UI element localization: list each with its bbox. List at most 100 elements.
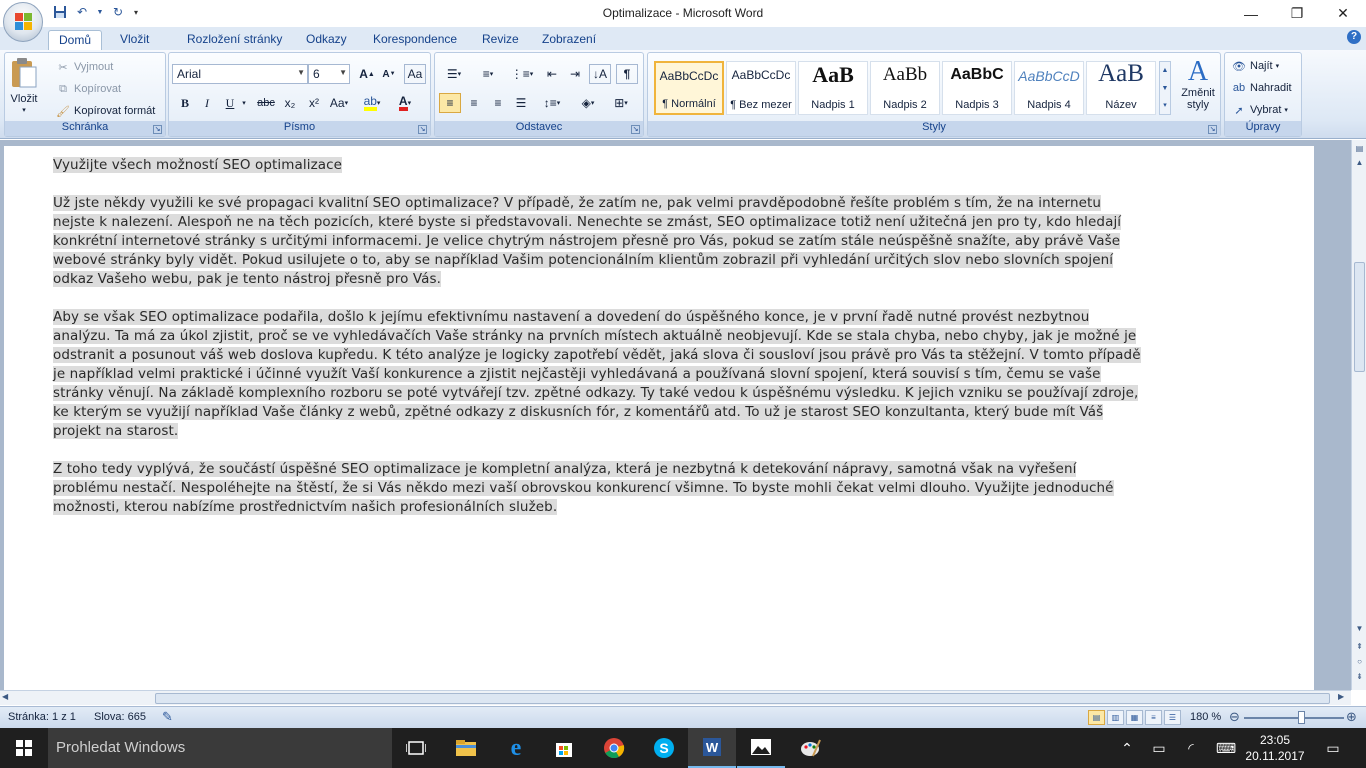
scroll-left-icon[interactable]: ◀	[2, 692, 8, 701]
help-icon[interactable]: ?	[1347, 30, 1361, 44]
skype-icon[interactable]: S	[640, 728, 688, 768]
font-size-combo[interactable]: 6 ▼	[308, 64, 350, 84]
styles-gallery-scroll[interactable]: ▲ ▼ ▾	[1159, 61, 1171, 115]
style-heading-1[interactable]: AaB Nadpis 1	[798, 61, 868, 115]
paragraph-launcher-icon[interactable]: ↘	[631, 125, 640, 134]
close-icon[interactable]: ✕	[1320, 0, 1366, 27]
taskbar-search[interactable]: Prohledat Windows	[48, 728, 392, 768]
align-center-icon[interactable]: ≡	[463, 93, 485, 113]
clipboard-launcher-icon[interactable]: ↘	[153, 125, 162, 134]
outline-icon[interactable]: ≡	[1145, 710, 1162, 725]
justify-icon[interactable]: ☰	[510, 93, 532, 113]
full-screen-reading-icon[interactable]: ▥	[1107, 710, 1124, 725]
font-launcher-icon[interactable]: ↘	[418, 125, 427, 134]
next-page-icon[interactable]: ⇟	[1352, 670, 1366, 684]
change-case-button[interactable]: Aa ▾	[328, 93, 350, 113]
zoom-slider[interactable]	[1244, 717, 1344, 719]
print-layout-icon[interactable]: ▤	[1088, 710, 1105, 725]
align-right-icon[interactable]: ≡	[487, 93, 509, 113]
cut-button[interactable]: ✂ Vyjmout	[55, 59, 113, 75]
tab-mailings[interactable]: Korespondence	[363, 30, 467, 50]
multilevel-list-icon[interactable]: ⋮≡ ▾	[507, 64, 537, 84]
taskbar-clock[interactable]: 23:05 20.11.2017	[1245, 732, 1305, 764]
zoom-out-icon[interactable]: ⊖	[1229, 709, 1240, 725]
strikethrough-button[interactable]: abc	[255, 93, 277, 113]
web-layout-icon[interactable]: ▦	[1126, 710, 1143, 725]
wifi-icon[interactable]: ◜	[1179, 728, 1203, 768]
page-count[interactable]: Stránka: 1 z 1	[8, 711, 76, 723]
office-button[interactable]	[3, 2, 43, 42]
style-heading-4[interactable]: AaBbCcD Nadpis 4	[1014, 61, 1084, 115]
underline-button[interactable]: U	[219, 93, 241, 113]
draft-icon[interactable]: ☰	[1164, 710, 1181, 725]
vertical-scroll-thumb[interactable]	[1354, 262, 1365, 372]
battery-icon[interactable]: ▭	[1147, 728, 1171, 768]
word-icon[interactable]: W	[688, 728, 736, 768]
word-count[interactable]: Slova: 665	[94, 711, 146, 723]
styles-scroll-down-icon[interactable]: ▼	[1160, 80, 1170, 98]
grow-font-button[interactable]: A ▲	[356, 64, 378, 84]
styles-more-icon[interactable]: ▾	[1160, 98, 1170, 114]
paste-button[interactable]: Vložit ▾	[9, 57, 39, 114]
format-painter-button[interactable]: 🖌 Kopírovat formát	[55, 103, 155, 119]
sort-icon[interactable]: ↓A	[589, 64, 611, 84]
scroll-up-icon[interactable]: ▲	[1352, 156, 1366, 170]
minimize-icon[interactable]: —	[1228, 0, 1274, 27]
align-left-icon[interactable]: ≡	[439, 93, 461, 113]
borders-icon[interactable]: ⊞ ▾	[606, 93, 636, 113]
style-no-spacing[interactable]: AaBbCcDc ¶ Bez mezer	[726, 61, 796, 115]
show-hidden-icons-icon[interactable]: ⌃	[1115, 728, 1139, 768]
shading-icon[interactable]: ◈ ▾	[573, 93, 603, 113]
tab-home[interactable]: Domů	[48, 30, 103, 50]
tab-page-layout[interactable]: Rozložení stránky	[177, 30, 292, 50]
line-spacing-icon[interactable]: ↕≡ ▾	[538, 93, 566, 113]
document-page[interactable]: Využijte všech možností SEO optimalizace…	[4, 146, 1314, 690]
paste-dropdown-icon[interactable]: ▾	[22, 106, 26, 114]
document-body[interactable]: Využijte všech možností SEO optimalizace…	[53, 156, 1143, 536]
clear-formatting-icon[interactable]: Aa	[404, 64, 426, 84]
font-color-button[interactable]: A ▾	[394, 93, 416, 113]
shrink-font-button[interactable]: A ▼	[378, 64, 400, 84]
previous-page-icon[interactable]: ⇞	[1352, 640, 1366, 654]
style-title[interactable]: AaB Název	[1086, 60, 1156, 115]
vertical-scrollbar[interactable]: ▤ ▲ ▼ ⇞ ○ ⇟	[1351, 140, 1366, 690]
increase-indent-icon[interactable]: ⇥	[564, 64, 586, 84]
zoom-slider-knob[interactable]	[1298, 711, 1305, 724]
browse-object-icon[interactable]: ○	[1352, 655, 1366, 669]
style-heading-2[interactable]: AaBb Nadpis 2	[870, 61, 940, 115]
scroll-down-icon[interactable]: ▼	[1352, 622, 1366, 636]
style-heading-3[interactable]: AaBbC Nadpis 3	[942, 61, 1012, 115]
proofing-icon[interactable]: ✎	[162, 709, 173, 725]
change-styles-button[interactable]: A Změnit styly	[1178, 57, 1218, 112]
styles-scroll-up-icon[interactable]: ▲	[1160, 62, 1170, 80]
styles-launcher-icon[interactable]: ↘	[1208, 125, 1217, 134]
subscript-button[interactable]: x₂	[279, 93, 301, 113]
paint-icon[interactable]	[786, 728, 834, 768]
store-icon[interactable]	[540, 728, 588, 768]
keyboard-icon[interactable]: ⌨	[1212, 728, 1240, 768]
tab-insert[interactable]: Vložit	[110, 30, 159, 50]
underline-dropdown-icon[interactable]: ▾	[239, 93, 249, 113]
edge-icon[interactable]: e	[492, 728, 540, 768]
tab-view[interactable]: Zobrazení	[532, 30, 606, 50]
task-view-icon[interactable]	[392, 728, 440, 768]
scroll-right-icon[interactable]: ▶	[1338, 692, 1344, 701]
restore-icon[interactable]: ❐	[1274, 0, 1320, 27]
horizontal-scrollbar[interactable]: ◀ ▶	[0, 690, 1351, 705]
show-formatting-marks-icon[interactable]: ¶	[616, 64, 638, 84]
action-center-icon[interactable]: ▭	[1318, 728, 1348, 768]
horizontal-scroll-thumb[interactable]	[155, 693, 1330, 704]
font-family-combo[interactable]: Arial ▼	[172, 64, 308, 84]
bold-button[interactable]: B	[174, 93, 196, 113]
decrease-indent-icon[interactable]: ⇤	[541, 64, 563, 84]
start-button[interactable]	[0, 728, 48, 768]
photos-icon[interactable]	[737, 728, 785, 768]
copy-button[interactable]: ⧉ Kopírovat	[55, 81, 121, 97]
bullets-icon[interactable]: ☰ ▾	[439, 64, 469, 84]
superscript-button[interactable]: x²	[303, 93, 325, 113]
zoom-in-icon[interactable]: ⊕	[1346, 709, 1357, 725]
replace-button[interactable]: ab Nahradit	[1231, 80, 1292, 96]
ruler-toggle-icon[interactable]: ▤	[1352, 142, 1366, 156]
highlight-color-button[interactable]: ab ▾	[361, 93, 383, 113]
zoom-level[interactable]: 180 %	[1190, 711, 1221, 723]
